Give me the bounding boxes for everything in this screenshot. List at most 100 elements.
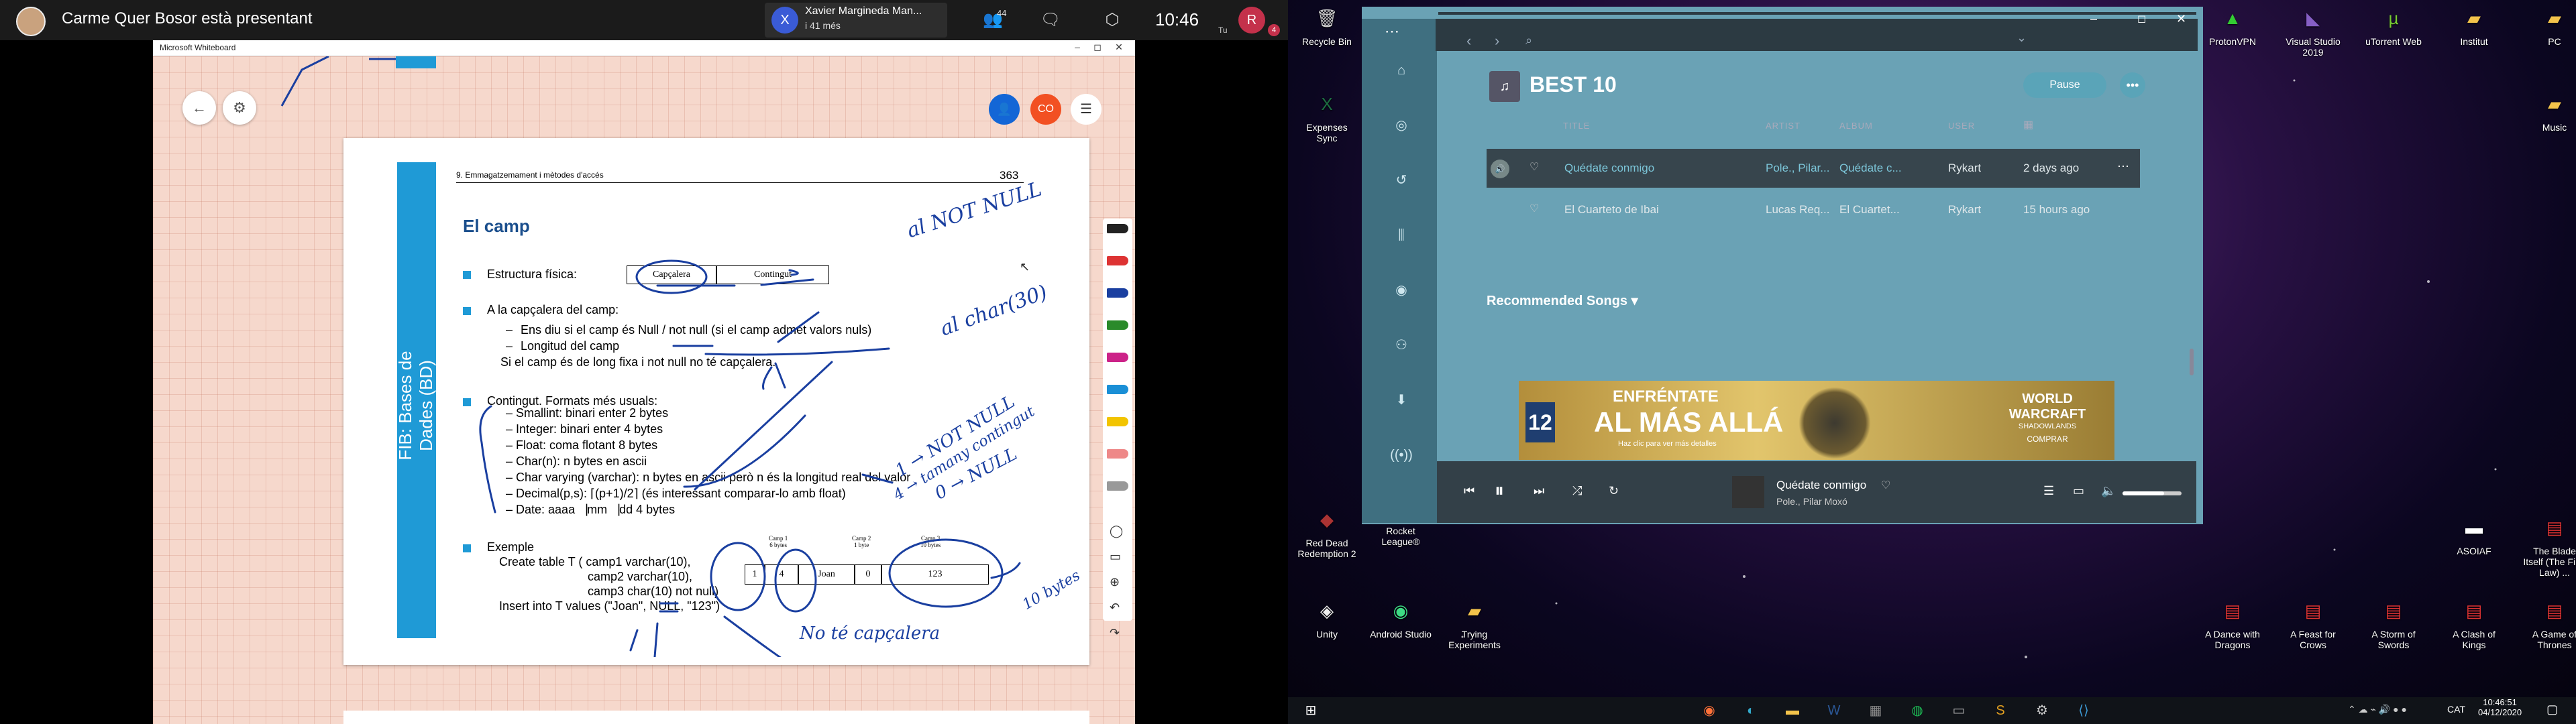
people-icon[interactable]: ⚇ (1390, 334, 1413, 357)
repeat-icon[interactable]: ↻ (1609, 484, 1619, 498)
volume-icon[interactable]: 🔈 (2101, 484, 2116, 498)
discover-icon[interactable]: ◉ (1390, 279, 1413, 302)
self-avatar[interactable]: R (1238, 7, 1265, 34)
pen-tool-icon[interactable] (1107, 417, 1128, 426)
system-clock[interactable]: 10:46:51 04/12/2020 (2478, 697, 2522, 717)
desktop-icon[interactable]: 🗑 Recycle Bin (1295, 3, 1359, 47)
desktop-icon[interactable]: ▤ A Game of Thrones (2522, 595, 2576, 650)
home-icon[interactable]: ⌂ (1390, 59, 1413, 82)
start-menu-icon[interactable]: ⊞ (1299, 700, 1323, 721)
desktop-icon[interactable]: ◈ Unity (1295, 595, 1359, 640)
tray-icons[interactable]: ⌃ ☁ ⌁ 🔊 ● ● (2348, 704, 2407, 715)
close-button[interactable]: ✕ (1110, 42, 1128, 55)
shuffle-icon[interactable]: ⤮ (1572, 484, 1582, 498)
broadcast-icon[interactable]: ((•)) (1390, 444, 1413, 467)
pen-tool-icon[interactable] (1107, 256, 1128, 265)
now-playing-cover[interactable] (1732, 476, 1764, 508)
desktop-icon[interactable]: ▤ A Feast for Crows (2281, 595, 2345, 650)
vscode-icon[interactable]: ⟨⟩ (2072, 700, 2096, 721)
column-album[interactable]: ALBUM (1839, 121, 1873, 131)
now-playing-artist[interactable]: Pole., Pilar Moxó (1776, 496, 1847, 507)
desktop-icon[interactable]: ◆ Red Dead Redemption 2 (1295, 504, 1359, 559)
history-icon[interactable]: ↺ (1390, 169, 1413, 192)
firefox-icon[interactable]: ◉ (1697, 700, 1721, 721)
pen-tool-icon[interactable] (1107, 224, 1128, 233)
column-title[interactable]: TITLE (1563, 121, 1590, 131)
pen-tool-icon[interactable] (1107, 449, 1128, 459)
settings-icon[interactable]: ⚙ (223, 91, 256, 125)
hamburger-menu-icon[interactable]: ☰ (1071, 94, 1102, 125)
like-heart-icon[interactable]: ♡ (1529, 160, 1539, 174)
spotify-icon[interactable]: ◍ (1905, 700, 1929, 721)
track-row[interactable]: ♡ El Cuarteto de Ibai Lucas Req... El Cuart… (1487, 190, 2140, 229)
app-icon[interactable]: ▭ (1947, 700, 1971, 721)
lasso-icon[interactable]: ◯ (1110, 524, 1123, 538)
back-arrow-icon[interactable]: ← (182, 91, 216, 125)
column-artist[interactable]: ARTIST (1766, 121, 1801, 131)
next-track-icon[interactable]: ⏭ (1534, 484, 1544, 498)
desktop-icon[interactable]: ▤ A Storm of Swords (2361, 595, 2426, 650)
desktop-icon[interactable]: ▰ Trying Experiments (1442, 595, 1507, 650)
previous-track-icon[interactable]: ⏮ (1464, 484, 1474, 498)
add-icon[interactable]: ⊕ (1110, 575, 1120, 589)
pen-tool-icon[interactable] (1107, 353, 1128, 362)
desktop-icon[interactable]: ▰ Institut (2442, 3, 2506, 47)
share-user-icon[interactable]: 👤 (989, 94, 1020, 125)
pen-tool-icon[interactable] (1107, 481, 1128, 491)
track-row[interactable]: 🔊 ⋯ ♡ Quédate conmigo Pole., Pilar... Quédate… (1487, 149, 2140, 188)
maximize-button[interactable]: ◻ (1088, 42, 1107, 55)
desktop-icon[interactable]: ▰ PC (2522, 3, 2576, 47)
row-more-icon[interactable]: ⋯ (2117, 160, 2129, 174)
redo-icon[interactable]: ↷ (1110, 626, 1120, 640)
desktop-icon[interactable]: ◣ Visual Studio 2019 (2281, 3, 2345, 58)
track-artist[interactable]: Lucas Req... (1766, 203, 1829, 217)
nav-forward-icon[interactable]: › (1495, 32, 1499, 50)
desktop-icon[interactable]: ▤ The Blade Itself (The First Law) ... (2522, 512, 2576, 578)
devices-icon[interactable]: ▭ (2073, 484, 2084, 498)
chat-icon[interactable]: 🗨 (1037, 8, 1064, 32)
desktop-icon[interactable]: ▤ A Clash of Kings (2442, 595, 2506, 650)
sublime-icon[interactable]: S (1988, 700, 2012, 721)
pen-tool-icon[interactable] (1107, 385, 1128, 394)
desktop-icon[interactable]: µ uTorrent Web (2361, 3, 2426, 47)
desktop-icon[interactable]: ▤ A Dance with Dragons (2200, 595, 2265, 650)
pen-tool-icon[interactable] (1107, 320, 1128, 330)
ad-cta[interactable]: COMPRAR (2007, 434, 2088, 444)
pen-tool-icon[interactable] (1107, 288, 1128, 298)
nav-back-icon[interactable]: ‹ (1466, 32, 1471, 50)
chevron-down-icon[interactable]: ⌄ (2017, 31, 2027, 45)
radio-icon[interactable]: ◎ (1390, 114, 1413, 137)
like-heart-icon[interactable]: ♡ (1881, 479, 1890, 492)
shapes-icon[interactable]: ⬡ (1099, 8, 1126, 32)
column-user[interactable]: USER (1948, 121, 1975, 131)
like-heart-icon[interactable]: ♡ (1529, 202, 1539, 215)
track-album[interactable]: Quédate c... (1839, 162, 1902, 175)
collab-button[interactable]: CO (1030, 94, 1061, 125)
ruler-icon[interactable]: ▭ (1110, 550, 1121, 564)
file-explorer-icon[interactable]: ▬ (1780, 700, 1805, 721)
recommended-songs-toggle[interactable]: Recommended Songs ▾ (1487, 292, 1638, 309)
track-title[interactable]: El Cuarteto de Ibai (1564, 203, 1659, 217)
download-icon[interactable]: ⬇ (1390, 389, 1413, 412)
desktop-icon[interactable]: ▬ ASOIAF (2442, 512, 2506, 556)
app-menu-dots-icon[interactable]: ⋯ (1385, 23, 1399, 40)
track-artist[interactable]: Pole., Pilar... (1766, 162, 1829, 175)
search-icon[interactable]: ⌕ (1525, 34, 1532, 48)
notification-center-icon[interactable]: ▢ (2546, 703, 2558, 717)
pause-button[interactable]: Pause (2023, 72, 2106, 98)
desktop-icon[interactable]: ▲ ProtonVPN (2200, 3, 2265, 47)
now-playing-title[interactable]: Quédate conmigo (1776, 479, 1866, 492)
volume-slider[interactable] (2123, 491, 2182, 495)
queue-icon[interactable]: ☰ (2043, 484, 2054, 498)
pause-icon[interactable]: ⏸ (1495, 480, 1504, 502)
settings-gear-icon[interactable]: ⚙ (2030, 700, 2054, 721)
edge-icon[interactable]: ◐ (1739, 700, 1763, 721)
undo-icon[interactable]: ↶ (1110, 601, 1120, 615)
track-title[interactable]: Quédate conmigo (1564, 162, 1654, 175)
language-indicator[interactable]: CAT (2447, 704, 2465, 715)
minimize-button[interactable]: – (1068, 42, 1087, 55)
track-album[interactable]: El Cuartet... (1839, 203, 1900, 217)
more-options-button[interactable]: ••• (2120, 72, 2145, 98)
library-icon[interactable]: ⫼ (1390, 224, 1413, 247)
desktop-icon[interactable]: X Expenses Sync (1295, 88, 1359, 143)
